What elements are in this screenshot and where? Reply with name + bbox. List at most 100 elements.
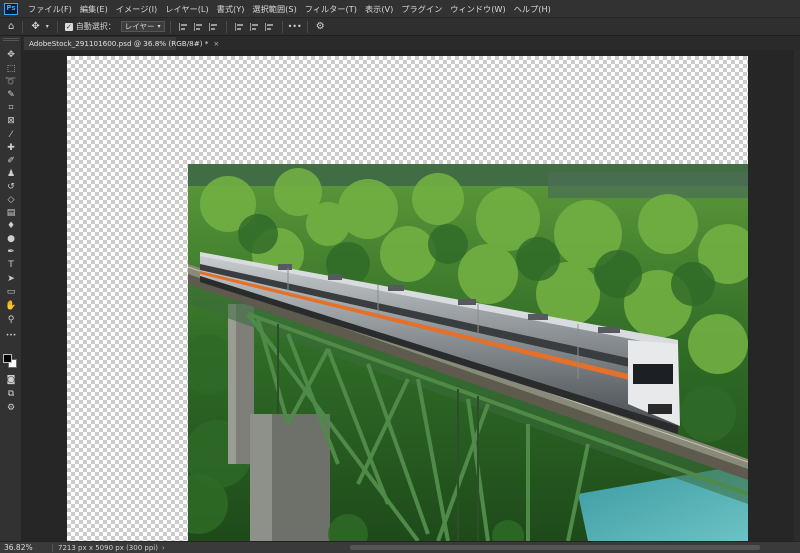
railway-bridge-photo[interactable] xyxy=(188,164,748,541)
separator xyxy=(306,20,308,33)
eyedropper-icon: ⁄ xyxy=(10,129,12,140)
zoom-icon: ⚲ xyxy=(7,314,15,325)
menu-item[interactable]: 表示(V) xyxy=(361,3,397,15)
menu-item[interactable]: ウィンドウ(W) xyxy=(446,3,509,15)
tools-panel: ✥ ⬚ ➰ ✎ ⌗ ⊠ ⁄ ✚ ✐ ♟ ↺ ◇ ▤ ♦ ● ✒ T ➤ ▭ ✋ ⚲ ••• ◙ ⧉ ⚙ xyxy=(0,36,22,541)
close-icon[interactable]: × xyxy=(213,40,219,48)
edit-toolbar-icon: ⚙ xyxy=(6,402,16,413)
menu-item[interactable]: レイヤー(L) xyxy=(161,3,212,15)
eyedropper-tool[interactable]: ⁄ xyxy=(3,129,19,141)
menu-item[interactable]: 編集(E) xyxy=(76,3,112,15)
menu-item[interactable]: ファイル(F) xyxy=(24,3,76,15)
separator xyxy=(281,20,283,33)
options-bar: ⌂ ✥ ▾ ✓ 自動選択： レイヤー ▾ ••• ⚙ xyxy=(0,18,800,36)
align-middle-icon[interactable] xyxy=(249,22,259,31)
zoom-tool[interactable]: ⚲ xyxy=(3,314,19,326)
more-icon: ••• xyxy=(5,332,17,339)
path-select-tool[interactable]: ➤ xyxy=(3,273,19,285)
menu-items: ファイル(F) 編集(E) イメージ(I) レイヤー(L) 書式(Y) 選択範囲(S) フィ… xyxy=(24,3,555,15)
document-info: 7213 px x 5090 px (300 ppi) xyxy=(52,543,158,552)
type-icon: T xyxy=(8,259,14,270)
separator xyxy=(22,20,24,33)
eraser-tool[interactable]: ◇ xyxy=(3,194,19,206)
blur-tool[interactable]: ♦ xyxy=(3,220,19,232)
menu-item[interactable]: プラグイン xyxy=(397,3,446,15)
more-tools[interactable]: ••• xyxy=(3,330,19,342)
auto-select-label: 自動選択： xyxy=(75,22,116,31)
frame-icon: ⊠ xyxy=(7,115,15,126)
home-icon[interactable]: ⌂ xyxy=(8,21,14,32)
align-left-icon[interactable] xyxy=(178,22,188,31)
document-tab-title: AdobeStock_291101600.psd @ 36.8% (RGB/8#… xyxy=(29,39,209,48)
separator xyxy=(169,20,171,33)
align-bottom-icon[interactable] xyxy=(264,22,274,31)
menu-item[interactable]: 選択範囲(S) xyxy=(248,3,300,15)
status-bar: 36.82% 7213 px x 5090 px (300 ppi) › xyxy=(0,541,800,553)
bandage-icon: ✚ xyxy=(7,142,15,153)
clone-stamp-tool[interactable]: ♟ xyxy=(3,168,19,180)
document-tab-bar: AdobeStock_291101600.psd @ 36.8% (RGB/8#… xyxy=(22,36,800,50)
history-brush-tool[interactable]: ↺ xyxy=(3,181,19,193)
chevron-down-icon[interactable]: ▾ xyxy=(46,23,49,30)
arrow-icon: ➤ xyxy=(7,273,15,284)
separator xyxy=(225,20,227,33)
edit-toolbar-button[interactable]: ⚙ xyxy=(3,402,19,414)
quick-mask-button[interactable]: ◙ xyxy=(3,374,19,386)
brush-tool[interactable]: ✐ xyxy=(3,155,19,167)
type-tool[interactable]: T xyxy=(3,259,19,271)
screen-mode-button[interactable]: ⧉ xyxy=(3,388,19,400)
lasso-icon: ➰ xyxy=(5,76,17,87)
transparent-canvas[interactable] xyxy=(67,56,748,541)
separator xyxy=(56,20,58,33)
move-tool[interactable]: ✥ xyxy=(3,49,19,61)
align-right-icon[interactable] xyxy=(208,22,218,31)
lasso-tool[interactable]: ➰ xyxy=(3,76,19,88)
droplet-icon: ♦ xyxy=(6,220,16,231)
frame-tool[interactable]: ⊠ xyxy=(3,115,19,127)
photoshop-logo-icon[interactable]: Ps xyxy=(4,2,18,15)
horizontal-scrollbar[interactable] xyxy=(350,545,760,550)
gradient-icon: ▤ xyxy=(6,207,16,218)
marquee-tool[interactable]: ⬚ xyxy=(3,63,19,75)
menu-item[interactable]: 書式(Y) xyxy=(213,3,249,15)
hand-tool[interactable]: ✋ xyxy=(3,300,19,312)
document-workspace[interactable] xyxy=(22,50,800,541)
move-tool-preset-icon[interactable]: ✥ xyxy=(31,21,39,32)
history-brush-icon: ↺ xyxy=(7,181,15,192)
move-icon: ✥ xyxy=(7,49,15,60)
menu-item[interactable]: イメージ(I) xyxy=(112,3,161,15)
quick-mask-icon: ◙ xyxy=(6,374,16,385)
align-top-icon[interactable] xyxy=(234,22,244,31)
menu-bar: Ps ファイル(F) 編集(E) イメージ(I) レイヤー(L) 書式(Y) 選択範囲(S… xyxy=(0,0,800,18)
pen-tool[interactable]: ✒ xyxy=(3,246,19,258)
auto-select-checkbox[interactable]: ✓ xyxy=(64,22,73,31)
foreground-color-swatch[interactable] xyxy=(3,354,12,363)
status-menu-arrow[interactable]: › xyxy=(162,544,165,552)
toolbar-grip[interactable] xyxy=(3,38,19,41)
vertical-scrollbar[interactable] xyxy=(794,50,800,541)
pen-icon: ✒ xyxy=(7,246,15,257)
auto-select-dropdown[interactable]: レイヤー ▾ xyxy=(120,21,165,32)
zoom-level[interactable]: 36.82% xyxy=(0,543,44,552)
menu-item[interactable]: フィルター(T) xyxy=(301,3,361,15)
align-center-icon[interactable] xyxy=(193,22,203,31)
screen-mode-icon: ⧉ xyxy=(7,388,15,399)
brush-icon: ✐ xyxy=(7,155,15,166)
healing-brush-tool[interactable]: ✚ xyxy=(3,142,19,154)
gradient-tool[interactable]: ▤ xyxy=(3,207,19,219)
dodge-tool[interactable]: ● xyxy=(3,233,19,245)
more-options-button[interactable]: ••• xyxy=(288,22,302,31)
eraser-icon: ◇ xyxy=(7,194,15,205)
stamp-icon: ♟ xyxy=(6,168,16,179)
quick-select-tool[interactable]: ✎ xyxy=(3,89,19,101)
quick-select-icon: ✎ xyxy=(7,89,15,100)
menu-item[interactable]: ヘルプ(H) xyxy=(510,3,555,15)
crop-tool[interactable]: ⌗ xyxy=(3,102,19,114)
marquee-icon: ⬚ xyxy=(6,63,16,74)
shape-tool[interactable]: ▭ xyxy=(3,286,19,298)
document-tab[interactable]: AdobeStock_291101600.psd @ 36.8% (RGB/8#… xyxy=(24,37,219,50)
photo-illustration xyxy=(188,164,748,541)
auto-select-value: レイヤー xyxy=(124,22,155,31)
chevron-down-icon: ▾ xyxy=(157,23,161,30)
gear-icon[interactable]: ⚙ xyxy=(316,21,325,32)
